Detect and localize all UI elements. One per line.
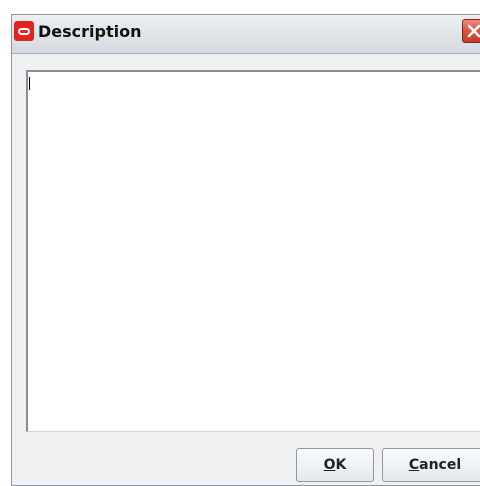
title-bar[interactable]: Description <box>12 15 480 54</box>
ok-button[interactable]: OK <box>296 448 374 482</box>
cancel-mnemonic: C <box>408 457 420 473</box>
cancel-label-rest: ancel <box>419 457 462 473</box>
dialog-title: Description <box>38 22 142 41</box>
ok-label-rest: K <box>335 457 347 473</box>
description-textarea[interactable] <box>28 72 480 431</box>
close-icon <box>467 24 480 38</box>
oracle-icon <box>14 21 34 41</box>
description-textarea-frame <box>26 70 480 432</box>
close-button[interactable] <box>462 19 480 43</box>
description-dialog: Description OK Cancel <box>11 14 480 486</box>
text-caret <box>29 77 30 90</box>
ok-mnemonic: O <box>323 457 336 473</box>
cancel-button[interactable]: Cancel <box>382 448 480 482</box>
